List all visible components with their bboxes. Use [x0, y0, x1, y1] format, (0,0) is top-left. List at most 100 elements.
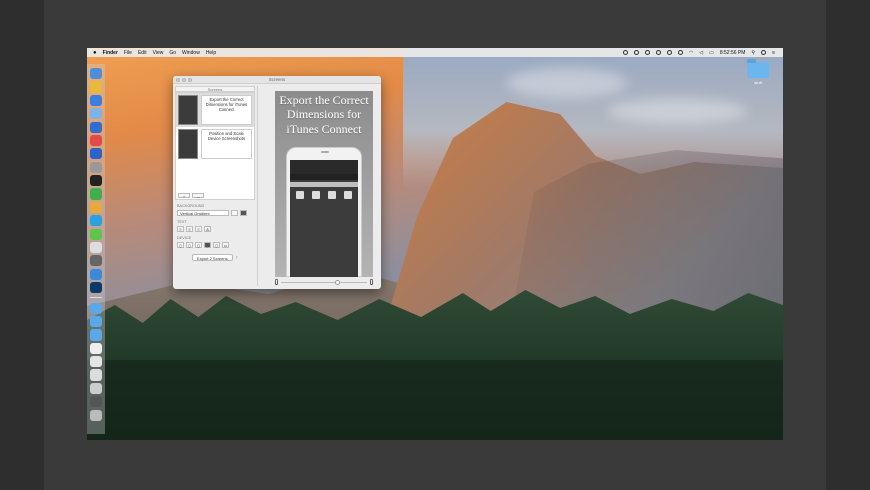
- system-preferences-icon[interactable]: [90, 161, 102, 173]
- menu-file[interactable]: File: [124, 50, 132, 56]
- screenshot-preview: Export the Correct Dimensions for iTunes…: [275, 91, 373, 277]
- app-icon[interactable]: [90, 134, 102, 147]
- safari-icon[interactable]: [90, 94, 102, 106]
- desktop-screen: ● Finder File Edit View Go Window Help ◠…: [87, 48, 783, 440]
- apple-menu-icon[interactable]: ●: [93, 50, 97, 56]
- status-icon[interactable]: [666, 50, 672, 55]
- color-well[interactable]: [240, 210, 247, 216]
- spotlight-icon[interactable]: ⚲: [751, 50, 755, 56]
- line-icon[interactable]: [90, 228, 102, 240]
- screen-thumbnail: [178, 95, 198, 125]
- user-icon[interactable]: [761, 50, 767, 55]
- screens-window: Screens Screens Export the Correct Dimen…: [173, 76, 381, 289]
- wallpaper-forest-floor: [87, 360, 783, 440]
- large-device-icon: [370, 279, 373, 285]
- menu-help[interactable]: Help: [206, 50, 216, 56]
- status-icon[interactable]: [644, 50, 650, 55]
- background-controls: Vertical Gradient: [177, 210, 255, 216]
- screens-list: Export the Correct Dimensions for iTunes…: [175, 92, 255, 200]
- list-item[interactable]: Position and Scale Device Screenshots: [176, 127, 254, 161]
- app-icon-row: [290, 189, 358, 201]
- trash-icon[interactable]: [90, 409, 102, 421]
- menu-go[interactable]: Go: [169, 50, 176, 56]
- status-icon[interactable]: [633, 50, 639, 55]
- window-titlebar[interactable]: Screens: [173, 76, 381, 84]
- font-icon[interactable]: A: [204, 226, 211, 232]
- device-option-icon[interactable]: ▯: [204, 242, 211, 248]
- app-glyph-icon: [344, 191, 352, 199]
- app-icon[interactable]: [90, 148, 102, 160]
- device-controls: ▯ ▯ ▯ ▯ ▯ ▭: [177, 242, 255, 248]
- device-option-icon[interactable]: ▯: [186, 242, 193, 248]
- device-option-icon[interactable]: ▯: [177, 242, 184, 248]
- chrome-icon[interactable]: [90, 81, 102, 93]
- app-icon[interactable]: [90, 241, 102, 254]
- device-option-icon[interactable]: ▭: [222, 242, 229, 248]
- finder-icon[interactable]: [90, 68, 102, 80]
- color-well[interactable]: [231, 210, 238, 216]
- terminal-icon[interactable]: [90, 175, 102, 187]
- preview-title: Export the Correct Dimensions for iTunes…: [279, 93, 369, 136]
- pane-splitter[interactable]: [257, 86, 261, 286]
- mail-icon[interactable]: [90, 108, 102, 120]
- align-left-icon[interactable]: ≡: [177, 226, 184, 232]
- background-style-select[interactable]: Vertical Gradient: [177, 210, 229, 216]
- app-icon[interactable]: [90, 255, 102, 267]
- menu-finder[interactable]: Finder: [103, 50, 118, 56]
- app-icon[interactable]: [90, 268, 102, 280]
- folder-icon[interactable]: [90, 315, 102, 328]
- zoom-slider[interactable]: [275, 279, 373, 285]
- text-controls: ≡ ≡ ≡ A: [177, 226, 255, 232]
- document-icon[interactable]: [90, 382, 102, 394]
- menu-window[interactable]: Window: [182, 50, 200, 56]
- align-center-icon[interactable]: ≡: [186, 226, 193, 232]
- slider-knob[interactable]: [335, 280, 340, 285]
- dock: [87, 64, 105, 434]
- app-icon[interactable]: [90, 396, 102, 408]
- folder-icon[interactable]: [90, 302, 102, 314]
- app-nav-bar: [290, 160, 358, 174]
- messages-icon[interactable]: [90, 188, 102, 200]
- app-store-icon[interactable]: [90, 121, 102, 133]
- wallpaper-cloud: [507, 68, 627, 98]
- volume-icon[interactable]: ◁: [699, 50, 703, 56]
- desktop-folder-label: stuff: [754, 80, 762, 85]
- list-item[interactable]: Export the Correct Dimensions for iTunes…: [176, 93, 254, 127]
- app-header: [290, 182, 358, 187]
- menu-view[interactable]: View: [153, 50, 164, 56]
- device-option-icon[interactable]: ▯: [195, 242, 202, 248]
- slider-track[interactable]: [281, 282, 367, 283]
- device-option-icon[interactable]: ▯: [213, 242, 220, 248]
- skype-icon[interactable]: [90, 215, 102, 227]
- wallpaper-cloud: [607, 98, 747, 124]
- document-icon[interactable]: [90, 369, 102, 381]
- app-glyph-icon: [296, 191, 304, 199]
- status-icon[interactable]: [677, 50, 683, 55]
- wifi-icon[interactable]: ◠: [689, 50, 693, 56]
- window-title: Screens: [268, 77, 286, 82]
- status-icon[interactable]: [622, 50, 628, 55]
- document-icon[interactable]: [90, 356, 102, 368]
- add-screen-button[interactable]: +: [178, 193, 190, 199]
- menu-edit[interactable]: Edit: [138, 50, 147, 56]
- photoshop-icon[interactable]: [90, 282, 102, 294]
- align-right-icon[interactable]: ≡: [195, 226, 202, 232]
- screens-sidebar: Screens Export the Correct Dimensions fo…: [175, 86, 255, 286]
- notification-center-icon[interactable]: ≡: [772, 50, 775, 56]
- right-margin: [826, 0, 870, 490]
- screen-caption[interactable]: Position and Scale Device Screenshots: [201, 129, 252, 159]
- folder-icon[interactable]: [90, 329, 102, 341]
- export-button[interactable]: Export 2 Screens: [191, 254, 233, 261]
- app-icon[interactable]: [90, 201, 102, 213]
- remove-screen-button[interactable]: —: [192, 193, 204, 199]
- export-options-icon[interactable]: ↑: [236, 255, 239, 261]
- desktop-folder[interactable]: stuff: [745, 59, 771, 85]
- device-screen: [290, 160, 358, 277]
- menu-clock[interactable]: 8:52:56 PM: [720, 50, 746, 56]
- status-icon[interactable]: [655, 50, 661, 55]
- document-icon[interactable]: [90, 342, 102, 354]
- export-row: Export 2 Screens ↑: [175, 254, 255, 261]
- device-frame: [286, 147, 362, 277]
- screen-caption[interactable]: Export the Correct Dimensions for iTunes…: [201, 95, 252, 125]
- battery-icon[interactable]: ▭: [709, 50, 714, 56]
